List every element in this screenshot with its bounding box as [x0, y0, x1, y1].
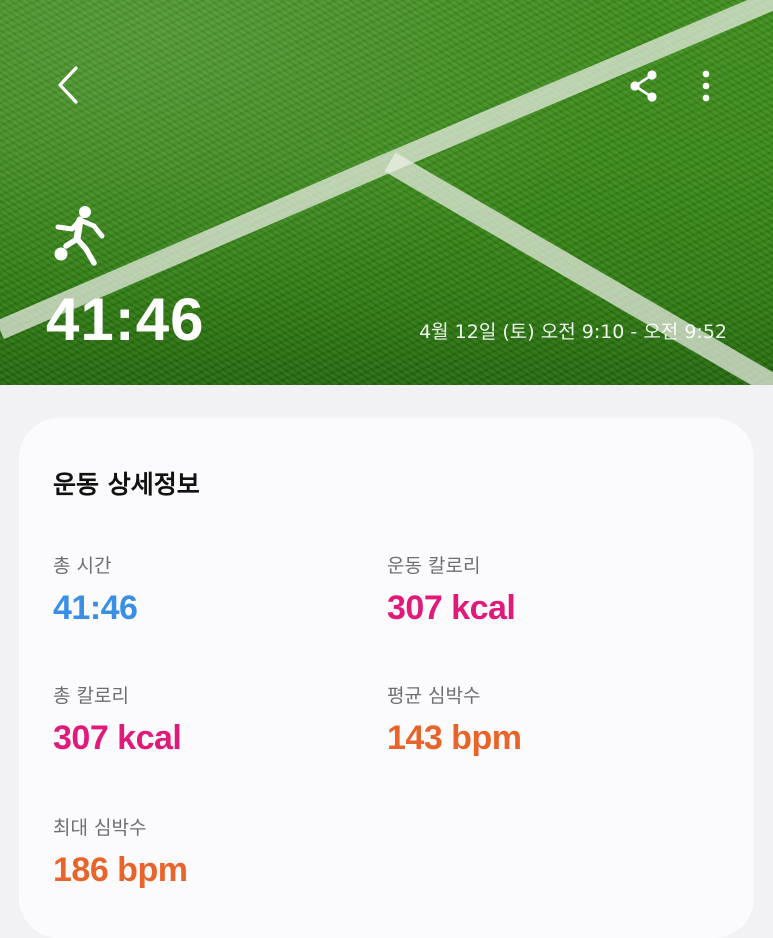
share-button[interactable] — [620, 62, 668, 110]
workout-date-range: 4월 12일 (토) 오전 9:10 - 오전 9:52 — [419, 321, 727, 343]
stat-label: 운동 칼로리 — [387, 555, 481, 577]
stat-active-calories: 운동 칼로리 307 kcal — [387, 552, 516, 630]
stat-value: 143 bpm — [387, 719, 522, 757]
share-icon — [630, 70, 657, 102]
soccer-player-icon — [54, 206, 105, 266]
stat-label: 평균 심박수 — [387, 685, 481, 707]
chevron-left-icon — [58, 66, 78, 104]
stat-label: 총 칼로리 — [53, 685, 129, 707]
header-image: 41:46 4월 12일 (토) 오전 9:10 - 오전 9:52 — [0, 0, 773, 385]
stat-average-heart-rate: 평균 심박수 143 bpm — [387, 682, 522, 760]
stat-label: 최대 심박수 — [53, 817, 147, 839]
stat-value: 41:46 — [53, 589, 138, 627]
stat-max-heart-rate: 최대 심박수 186 bpm — [53, 814, 188, 892]
more-vertical-icon — [702, 70, 710, 102]
stat-value: 307 kcal — [53, 719, 182, 757]
more-options-button[interactable] — [684, 62, 728, 110]
stat-label: 총 시간 — [53, 555, 112, 577]
stat-total-calories: 총 칼로리 307 kcal — [53, 682, 182, 760]
section-title: 운동 상세정보 — [53, 470, 200, 499]
workout-duration: 41:46 — [46, 286, 205, 353]
stat-value: 307 kcal — [387, 589, 516, 627]
back-button[interactable] — [44, 58, 92, 112]
stat-value: 186 bpm — [53, 851, 188, 889]
workout-details-card: 운동 상세정보 총 시간 41:46 운동 칼로리 307 kcal 총 칼로리… — [19, 418, 754, 938]
stat-total-time: 총 시간 41:46 — [53, 552, 138, 630]
